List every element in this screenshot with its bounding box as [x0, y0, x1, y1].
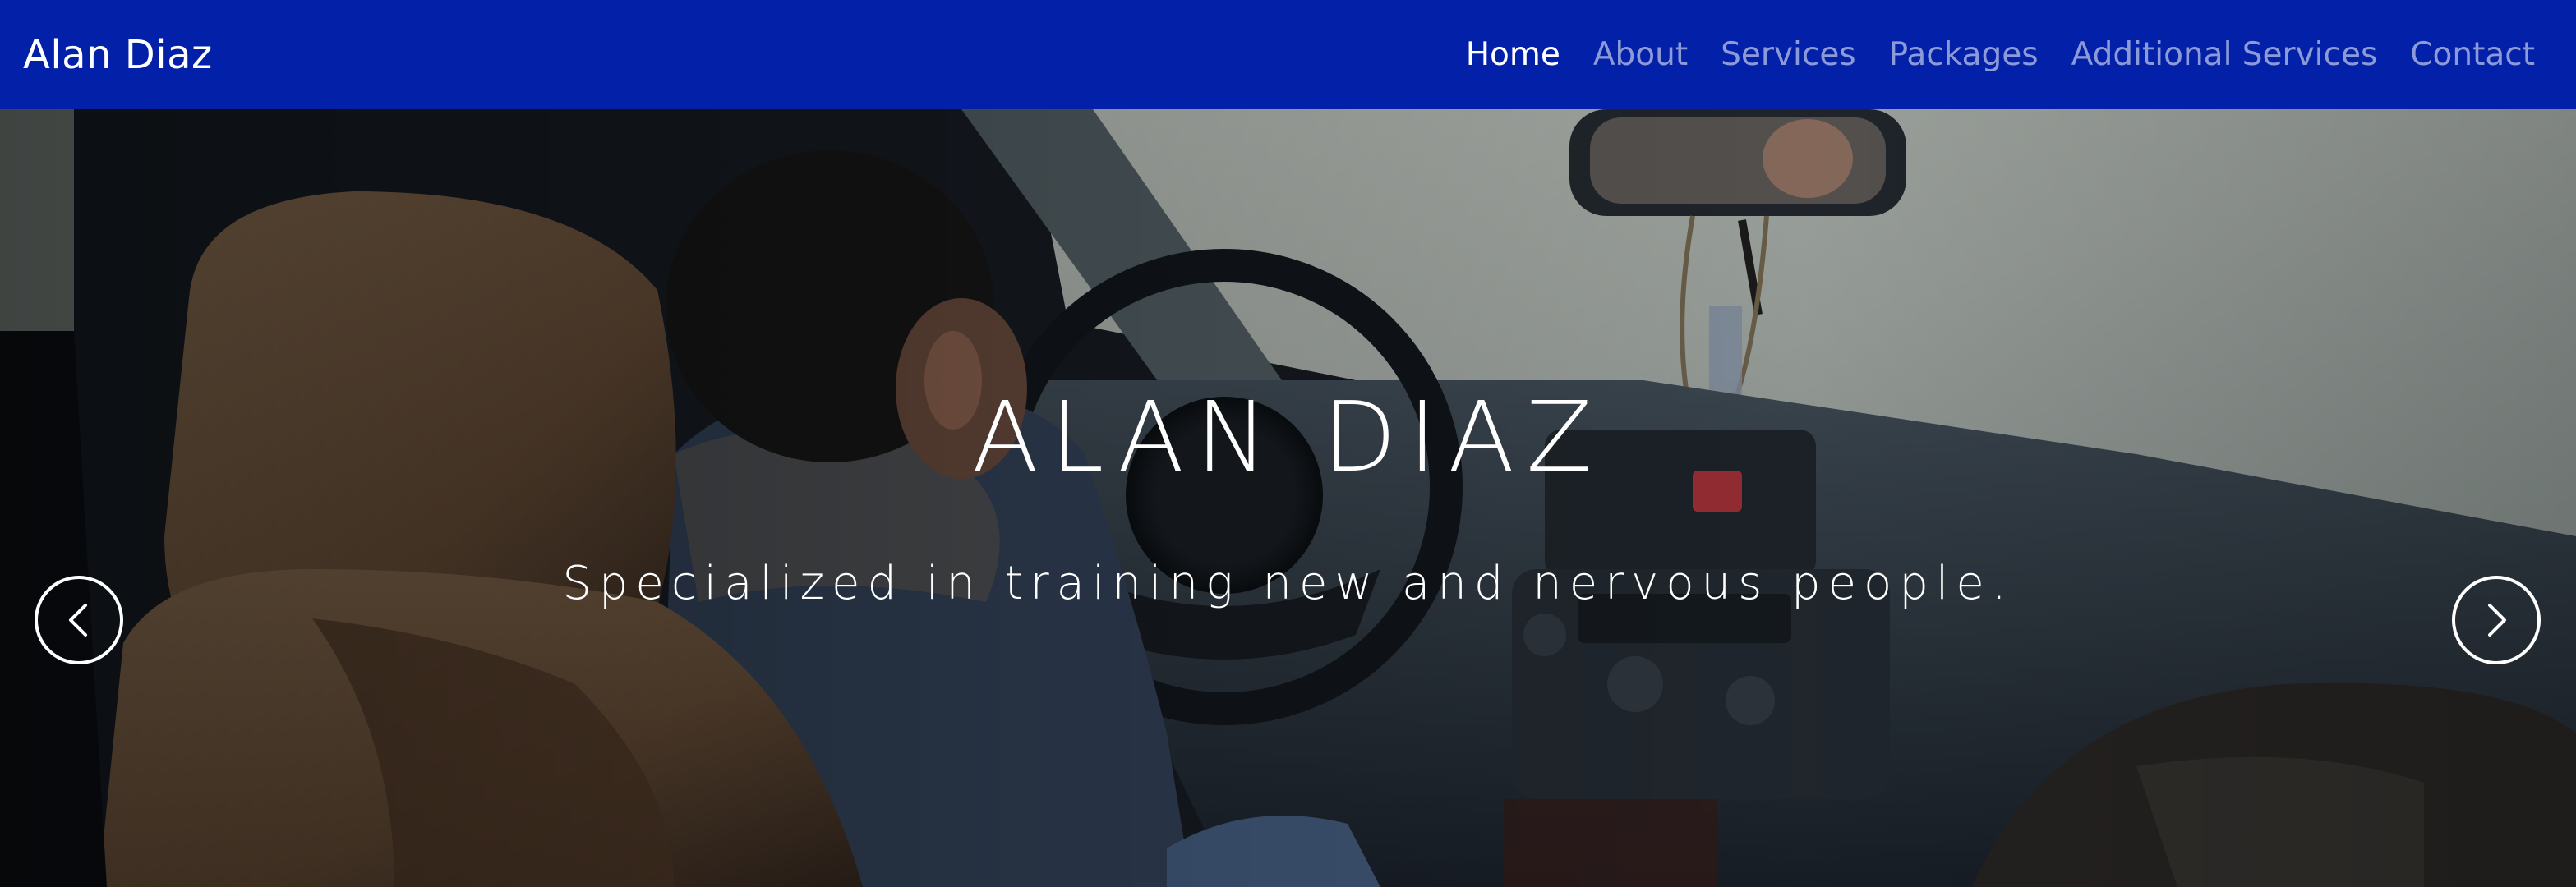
nav-link-about[interactable]: About [1593, 36, 1688, 73]
carousel-prev-button[interactable] [35, 576, 123, 664]
hero-overlay [0, 109, 2576, 887]
hero-subtitle: Specialized in training new and nervous … [562, 557, 2014, 610]
carousel-next-button[interactable] [2452, 576, 2541, 664]
navbar: Alan Diaz Home About Services Packages A… [0, 0, 2576, 109]
nav-link-services[interactable]: Services [1721, 36, 1855, 73]
nav-link-home[interactable]: Home [1466, 36, 1560, 73]
hero-carousel: ALAN DIAZ Specialized in training new an… [0, 109, 2576, 887]
nav-link-packages[interactable]: Packages [1889, 36, 2039, 73]
hero-title: ALAN DIAZ [972, 380, 1604, 494]
nav-menu: Home About Services Packages Additional … [1466, 36, 2535, 73]
chevron-right-icon [2488, 604, 2506, 637]
nav-link-contact[interactable]: Contact [2410, 36, 2535, 73]
chevron-left-icon [69, 604, 87, 637]
nav-link-additional-services[interactable]: Additional Services [2071, 36, 2378, 73]
brand-link[interactable]: Alan Diaz [23, 32, 213, 78]
